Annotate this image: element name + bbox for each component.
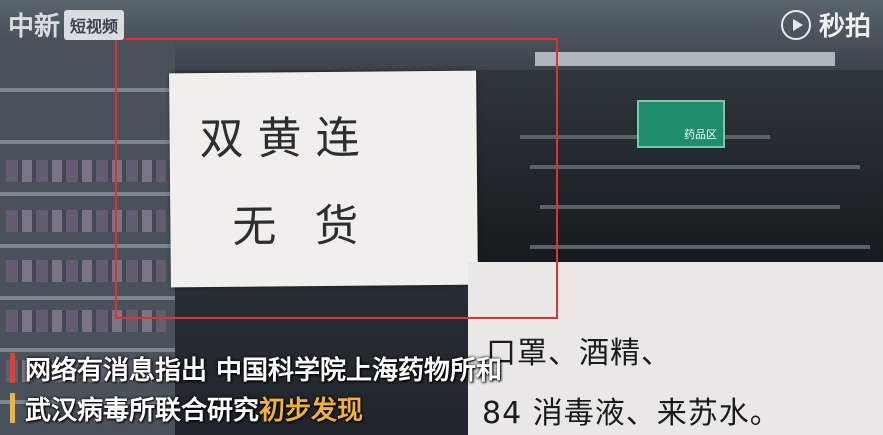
subtitle-line-2: 武汉病毒所联合研究初步发现 bbox=[10, 388, 502, 428]
platform-watermark: 秒拍 bbox=[780, 6, 871, 43]
play-circle-icon bbox=[780, 9, 811, 40]
pharmacy-section-sign: 药品区 bbox=[637, 100, 725, 148]
platform-name: 秒拍 bbox=[818, 12, 871, 42]
subtitle-plain: 武汉病毒所联合研究 bbox=[25, 395, 260, 426]
pharmacy-section-label: 药品区 bbox=[684, 128, 717, 141]
notice-line-1: 口罩、酒精、 bbox=[486, 336, 672, 371]
channel-watermark: 中新 短视频 bbox=[8, 6, 125, 43]
subtitle-text: 武汉病毒所联合研究初步发现 bbox=[25, 390, 363, 427]
subtitles: 网络有消息指出 中国科学院上海药物所和 武汉病毒所联合研究初步发现 bbox=[10, 348, 502, 428]
subtitle-bar bbox=[10, 393, 15, 423]
subtitle-highlight: 初步发现 bbox=[259, 395, 364, 426]
highlight-box bbox=[115, 38, 558, 319]
brand-logo: 中新 bbox=[8, 12, 61, 42]
subtitle-bar bbox=[10, 353, 15, 383]
subtitle-line-1: 网络有消息指出 中国科学院上海药物所和 bbox=[10, 348, 502, 388]
notice-line-2: 84 消毒液、来苏水。 bbox=[482, 396, 781, 431]
ceiling-light bbox=[535, 52, 835, 66]
brand-tag: 短视频 bbox=[64, 9, 125, 40]
subtitle-text: 网络有消息指出 中国科学院上海药物所和 bbox=[25, 355, 503, 386]
